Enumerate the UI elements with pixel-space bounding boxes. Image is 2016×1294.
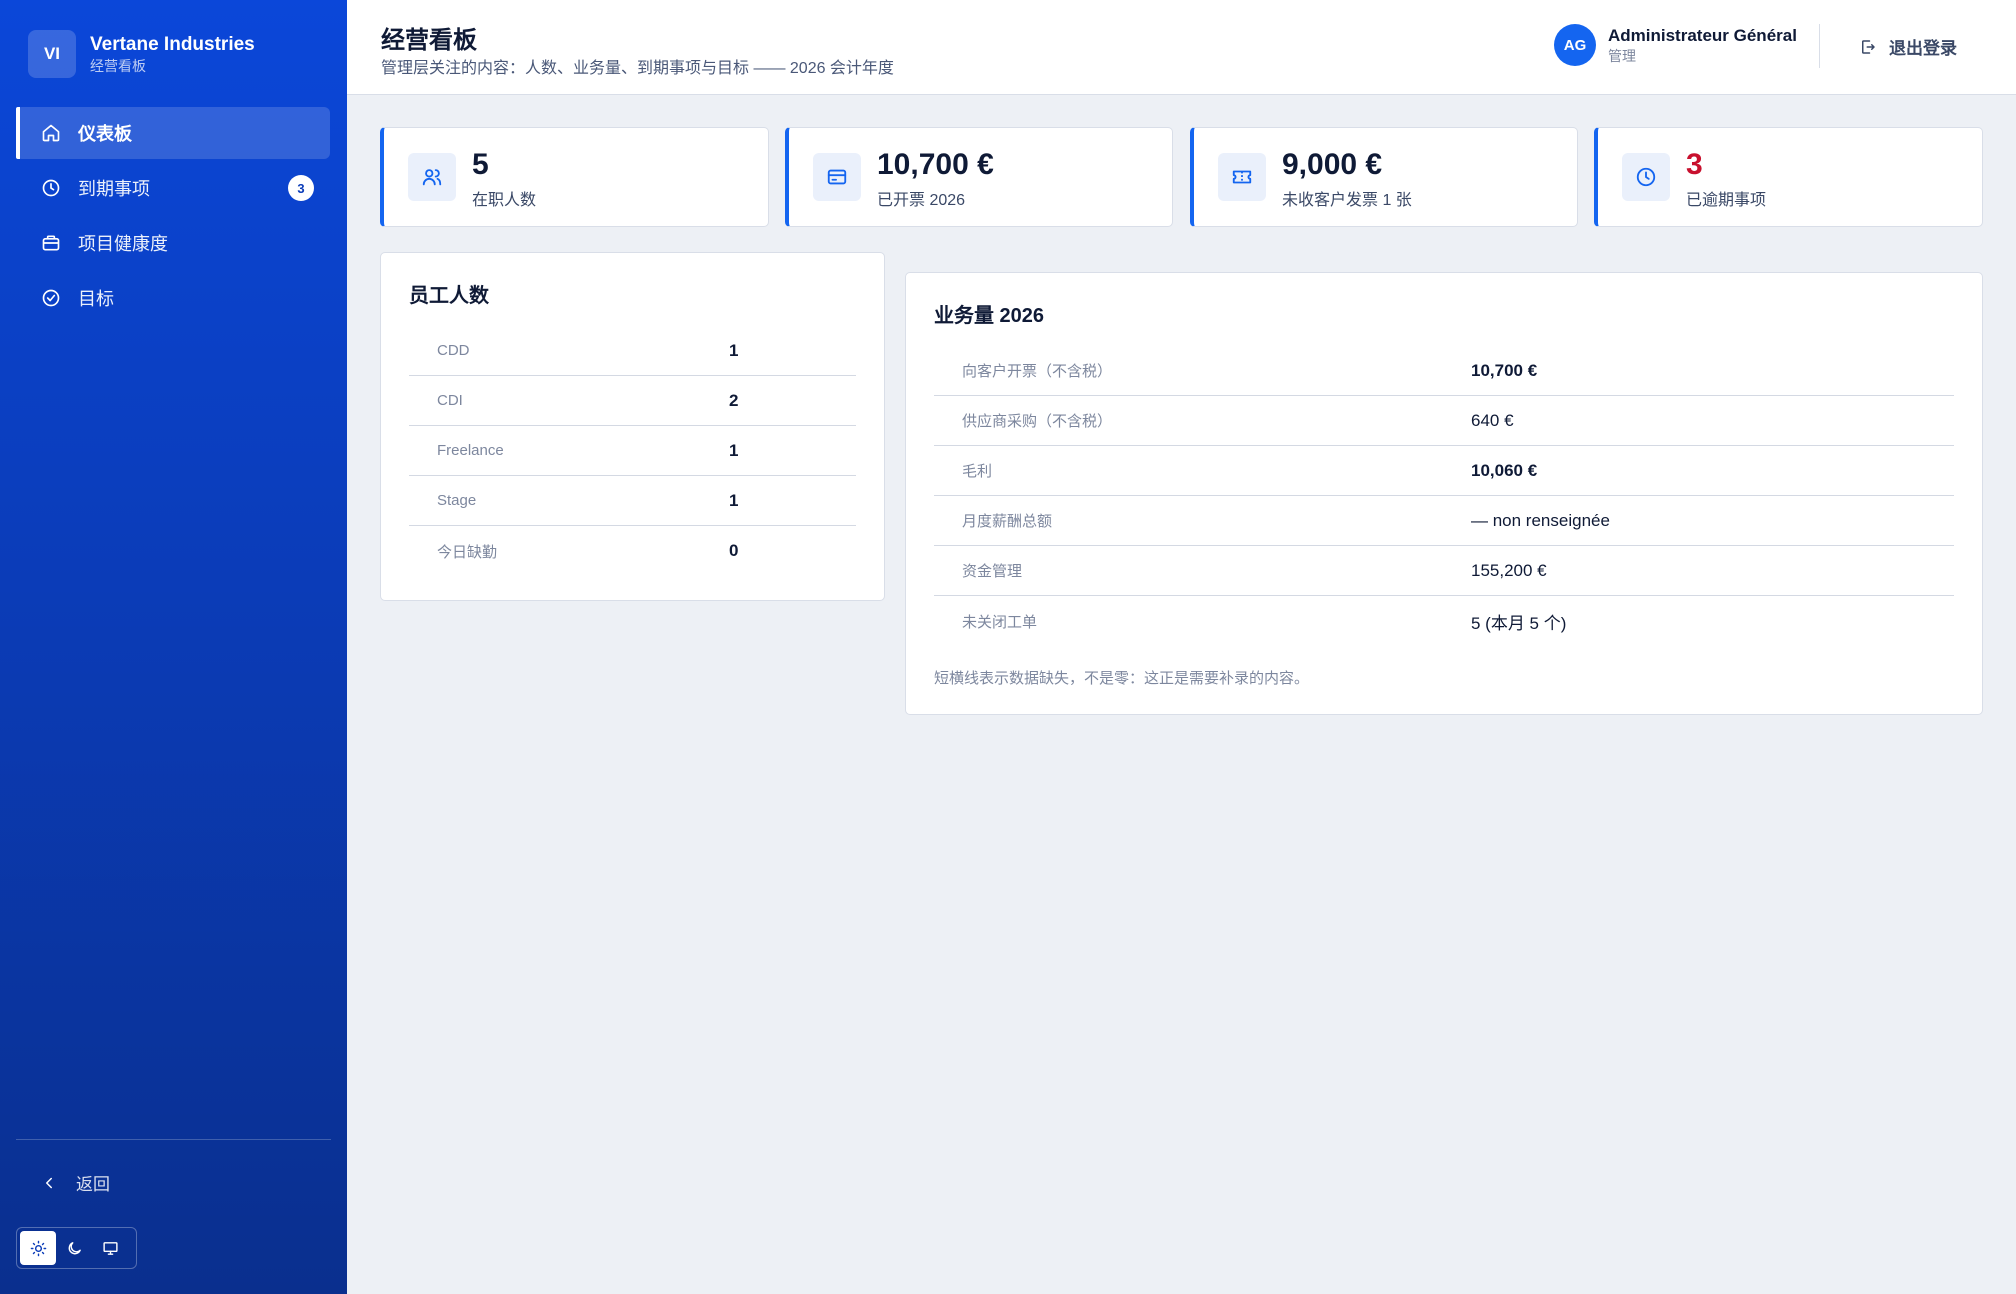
row-label: 毛利 — [962, 463, 993, 480]
panel-title: 业务量 2026 — [934, 305, 1045, 327]
users-icon — [408, 153, 456, 201]
kpi-label: 已逾期事项 — [1686, 192, 1767, 209]
kpi-label: 未收客户发票 1 张 — [1282, 192, 1412, 209]
row-label: 资金管理 — [962, 563, 1023, 580]
kpi-value: 3 — [1686, 148, 1703, 181]
ticket-icon — [1218, 153, 1266, 201]
brand-logo: VI — [28, 30, 76, 78]
table-row: 未关闭工单 5 (本月 5 个) — [934, 596, 1954, 646]
row-value: — non renseignée — [1471, 510, 1610, 530]
user-role: 管理 — [1608, 48, 1636, 64]
kpi-value: 9,000 € — [1282, 148, 1383, 181]
panel-title: 员工人数 — [409, 285, 489, 307]
row-value: 0 — [729, 541, 739, 560]
logout-label: 退出登录 — [1889, 39, 1957, 58]
kpi-value: 10,700 € — [877, 148, 994, 181]
sidebar: VI Vertane Industries 经营看板 仪表板 到期事项 3 项目… — [0, 0, 347, 1294]
dark-theme-button[interactable] — [56, 1231, 92, 1265]
sidebar-item-label: 目标 — [78, 289, 114, 309]
user-name: Administrateur Général — [1608, 26, 1797, 45]
sidebar-item-deadlines[interactable]: 到期事项 3 — [16, 162, 330, 214]
table-row: CDD 1 — [409, 326, 856, 376]
table-row: Stage 1 — [409, 476, 856, 526]
kpi-card-overdue[interactable]: 3 已逾期事项 — [1594, 127, 1983, 227]
missing-data-note: 短横线表示数据缺失，不是零：这正是需要补录的内容。 — [934, 670, 1310, 687]
table-row: 今日缺勤 0 — [409, 526, 856, 576]
brand[interactable]: VI Vertane Industries 经营看板 — [28, 30, 255, 78]
table-row: 供应商采购（不含税） 640 € — [934, 396, 1954, 446]
system-theme-button[interactable] — [92, 1231, 128, 1265]
kpi-card-headcount[interactable]: 5 在职人数 — [380, 127, 769, 227]
row-value: 2 — [729, 390, 739, 410]
row-label: CDD — [437, 342, 470, 359]
monitor-icon — [102, 1241, 118, 1255]
row-label: 未关闭工单 — [962, 613, 1038, 631]
kpi-card-unpaid[interactable]: 9,000 € 未收客户发票 1 张 — [1190, 127, 1578, 227]
row-value: 10,700 € — [1471, 360, 1538, 380]
brand-subtitle: 经营看板 — [90, 58, 146, 74]
moon-icon — [68, 1241, 81, 1254]
sidebar-item-dashboard[interactable]: 仪表板 — [16, 107, 330, 159]
count-badge: 3 — [288, 175, 314, 201]
chevron-left-icon — [46, 1177, 52, 1188]
credit-card-icon — [813, 153, 861, 201]
logout-icon — [1862, 39, 1875, 54]
row-label: 今日缺勤 — [437, 543, 498, 561]
check-circle-icon — [40, 287, 62, 309]
business-volume-panel: 业务量 2026 向客户开票（不含税） 10,700 € 供应商采购（不含税） … — [905, 272, 1983, 715]
kpi-label: 在职人数 — [472, 192, 537, 209]
page-subtitle: 管理层关注的内容：人数、业务量、到期事项与目标 —— 2026 会计年度 — [381, 60, 894, 77]
avatar: AG — [1554, 24, 1596, 66]
table-row: 向客户开票（不含税） 10,700 € — [934, 346, 1954, 396]
sidebar-item-goals[interactable]: 目标 — [16, 272, 330, 324]
row-value: 5 (本月 5 个) — [1471, 613, 1567, 633]
row-value: 1 — [729, 440, 739, 460]
kpi-label: 已开票 2026 — [877, 192, 966, 209]
row-label: Freelance — [437, 442, 504, 459]
table-row: 月度薪酬总额 — non renseignée — [934, 496, 1954, 546]
table-row: Freelance 1 — [409, 426, 856, 476]
back-link[interactable]: 返回 — [40, 1170, 110, 1195]
row-label: 向客户开票（不含税） — [962, 363, 1113, 380]
sidebar-item-label: 项目健康度 — [78, 234, 168, 254]
table-row: CDI 2 — [409, 376, 856, 426]
kpi-card-invoiced[interactable]: 10,700 € 已开票 2026 — [785, 127, 1173, 227]
briefcase-icon — [40, 232, 62, 254]
user-menu[interactable]: AG Administrateur Général 管理 — [1554, 24, 1797, 66]
back-label: 返回 — [76, 1175, 110, 1194]
row-value: 640 € — [1471, 410, 1514, 430]
light-theme-button[interactable] — [20, 1231, 56, 1265]
row-value: 1 — [729, 340, 739, 360]
sidebar-item-label: 到期事项 — [78, 179, 150, 199]
sun-icon — [30, 1240, 46, 1256]
row-value: 1 — [729, 490, 739, 510]
headcount-panel: 员工人数 CDD 1 CDI 2 Freelance 1 Stage 1 今日缺… — [380, 252, 885, 601]
header-divider — [1819, 24, 1820, 68]
row-label: 供应商采购（不含税） — [962, 413, 1113, 430]
clock-icon — [1622, 153, 1670, 201]
row-label: 月度薪酬总额 — [962, 513, 1053, 530]
headcount-table: CDD 1 CDI 2 Freelance 1 Stage 1 今日缺勤 0 — [409, 326, 856, 576]
table-row: 毛利 10,060 € — [934, 446, 1954, 496]
theme-switcher — [16, 1227, 137, 1269]
page-header: 经营看板 管理层关注的内容：人数、业务量、到期事项与目标 —— 2026 会计年… — [347, 0, 2016, 95]
sidebar-nav: 仪表板 到期事项 3 项目健康度 目标 — [16, 107, 330, 327]
sidebar-item-project-health[interactable]: 项目健康度 — [16, 217, 330, 269]
sidebar-divider — [16, 1139, 331, 1140]
kpi-value: 5 — [472, 148, 489, 181]
table-row: 资金管理 155,200 € — [934, 546, 1954, 596]
row-value: 10,060 € — [1471, 460, 1538, 480]
business-volume-table: 向客户开票（不含税） 10,700 € 供应商采购（不含税） 640 € 毛利 … — [934, 346, 1954, 646]
brand-name: Vertane Industries — [90, 34, 255, 55]
home-icon — [40, 122, 62, 144]
logout-button[interactable]: 退出登录 — [1859, 34, 1957, 59]
row-label: Stage — [437, 492, 477, 509]
page-title: 经营看板 — [381, 27, 477, 54]
clock-icon — [40, 177, 62, 199]
row-label: CDI — [437, 392, 463, 409]
sidebar-item-label: 仪表板 — [78, 124, 132, 144]
row-value: 155,200 € — [1471, 560, 1547, 580]
